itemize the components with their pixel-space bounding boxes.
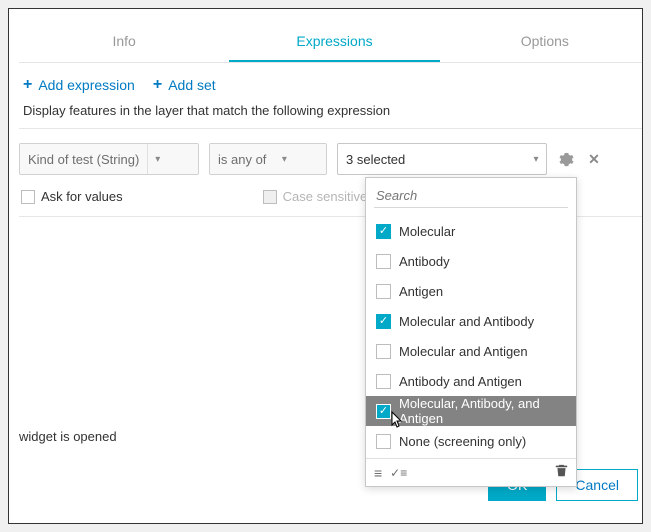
checkbox-input — [263, 190, 277, 204]
option-label: Molecular — [399, 224, 455, 239]
tab-info[interactable]: Info — [19, 19, 229, 62]
option-label: None (screening only) — [399, 434, 526, 449]
option-label: Antibody — [399, 254, 450, 269]
remove-expression-button[interactable]: ✕ — [585, 151, 603, 168]
plus-icon: + — [23, 77, 32, 93]
option-item[interactable]: Antibody and Antigen — [366, 366, 576, 396]
checkbox-icon[interactable] — [376, 344, 391, 359]
ask-label: Ask for values — [41, 189, 123, 204]
option-item[interactable]: Molecular and Antibody — [366, 306, 576, 336]
add-expression-label: Add expression — [38, 77, 135, 93]
option-label: Molecular and Antigen — [399, 344, 528, 359]
field-label: Kind of test (String) — [20, 152, 147, 167]
field-dropdown[interactable]: Kind of test (String) ▾ — [19, 143, 199, 175]
checkbox-icon[interactable] — [376, 284, 391, 299]
ask-for-values-checkbox[interactable]: Ask for values — [21, 189, 123, 204]
case-label: Case sensitive — [283, 189, 368, 204]
checkbox-icon[interactable] — [376, 404, 391, 419]
add-set-label: Add set — [168, 77, 215, 93]
chevron-down-icon: ▾ — [147, 144, 167, 174]
list-icon[interactable]: ≡ — [374, 465, 382, 481]
tab-options[interactable]: Options — [440, 19, 643, 62]
checkbox-icon[interactable] — [376, 434, 391, 449]
option-label: Molecular and Antibody — [399, 314, 534, 329]
value-dropdown[interactable]: 3 selected ▾ — [337, 143, 547, 175]
option-item[interactable]: None (screening only) — [366, 426, 576, 456]
option-label: Antibody and Antigen — [399, 374, 522, 389]
checkbox-icon[interactable] — [376, 254, 391, 269]
option-item[interactable]: Molecular — [366, 216, 576, 246]
option-item[interactable]: Molecular and Antigen — [366, 336, 576, 366]
operator-label: is any of — [210, 152, 274, 167]
chevron-down-icon: ▾ — [526, 144, 546, 174]
add-expression-button[interactable]: + Add expression — [23, 77, 135, 93]
option-item[interactable]: Antigen — [366, 276, 576, 306]
toolbar: + Add expression + Add set — [19, 63, 643, 103]
case-sensitive-checkbox: Case sensitive — [263, 189, 368, 204]
search-input[interactable] — [374, 184, 568, 208]
select-all-icon[interactable]: ✓≡ — [390, 466, 407, 480]
value-label: 3 selected — [338, 152, 526, 167]
checkbox-icon[interactable] — [376, 314, 391, 329]
gear-icon — [559, 152, 574, 167]
checkbox-input[interactable] — [21, 190, 35, 204]
tabs: Info Expressions Options — [19, 19, 643, 63]
trash-icon[interactable] — [555, 464, 568, 482]
options-list: Molecular Antibody Antigen Molecular and An… — [366, 214, 576, 458]
close-icon: ✕ — [588, 151, 600, 168]
chevron-down-icon: ▾ — [274, 144, 294, 174]
checkbox-icon[interactable] — [376, 224, 391, 239]
dropdown-footer: ≡ ✓≡ — [366, 458, 576, 486]
option-label: Molecular, Antibody, and Antigen — [399, 396, 566, 426]
settings-button[interactable] — [557, 152, 575, 167]
add-set-button[interactable]: + Add set — [153, 77, 216, 93]
footer-note: widget is opened — [19, 429, 117, 444]
option-item[interactable]: Antibody — [366, 246, 576, 276]
checkbox-icon[interactable] — [376, 374, 391, 389]
divider — [19, 128, 643, 129]
tab-expressions[interactable]: Expressions — [229, 19, 439, 62]
option-item[interactable]: Molecular, Antibody, and Antigen — [366, 396, 576, 426]
plus-icon: + — [153, 77, 162, 93]
filter-description: Display features in the layer that match… — [19, 103, 643, 128]
operator-dropdown[interactable]: is any of ▾ — [209, 143, 327, 175]
option-label: Antigen — [399, 284, 443, 299]
value-dropdown-menu: Molecular Antibody Antigen Molecular and An… — [365, 177, 577, 487]
